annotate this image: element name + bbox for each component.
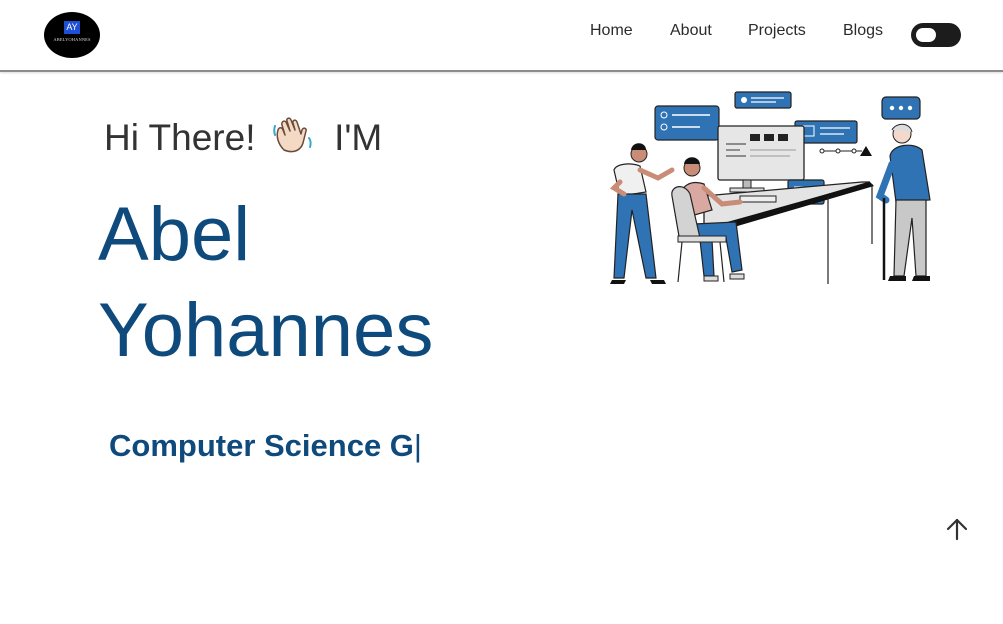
navbar: AY ABELYOHANNES Home About Projects Blog…	[0, 0, 1003, 72]
nav-link-home[interactable]: Home	[590, 22, 633, 40]
theme-toggle[interactable]	[911, 23, 961, 47]
greeting-before: Hi There!	[104, 117, 256, 158]
arrow-up-icon	[946, 518, 968, 541]
greeting-after: I'M	[334, 117, 383, 158]
scroll-to-top-button[interactable]	[940, 512, 974, 546]
logo-mark: AY	[64, 21, 80, 34]
name-first: Abel	[98, 192, 251, 277]
name-last: Yohannes	[98, 288, 434, 373]
nav-link-blogs[interactable]: Blogs	[843, 22, 883, 40]
nav-link-projects[interactable]: Projects	[748, 22, 806, 40]
greeting: Hi There! I'M	[104, 116, 382, 159]
typed-role: Computer Science G|	[109, 428, 422, 464]
typed-text: Computer Science G	[109, 428, 414, 463]
typing-cursor: |	[413, 428, 422, 463]
nav-link-about[interactable]: About	[670, 22, 712, 40]
developers-illustration	[600, 84, 940, 289]
logo[interactable]: AY ABELYOHANNES	[44, 12, 100, 58]
theme-toggle-knob	[916, 28, 936, 42]
logo-text: ABELYOHANNES	[53, 37, 91, 42]
waving-hand-icon	[272, 116, 318, 156]
